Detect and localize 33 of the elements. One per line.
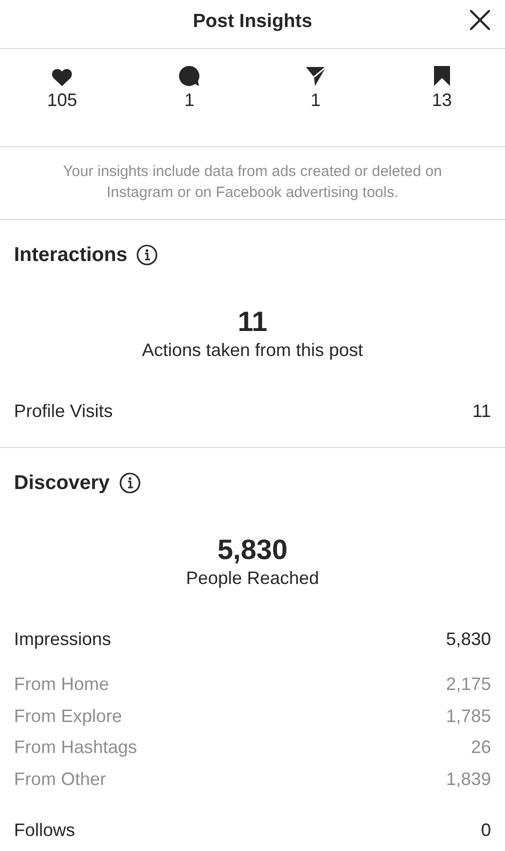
total-count: 5,830 <box>217 533 288 567</box>
metric-label: From Hashtags <box>14 737 138 758</box>
heart-icon <box>51 67 74 87</box>
total-caption: Actions taken from this post <box>142 339 364 361</box>
stat-count: 105 <box>47 90 78 111</box>
metric-label: Profile Visits <box>14 401 113 422</box>
section-title: Interactions <box>14 244 128 266</box>
metric-label: Follows <box>14 820 76 842</box>
metric-value: 5,830 <box>446 629 491 650</box>
metric-label: From Other <box>14 768 106 790</box>
metric-value: 2,175 <box>446 674 491 696</box>
metric-value: 11 <box>472 401 491 422</box>
metric-label: Impressions <box>14 629 112 650</box>
stat-count: 1 <box>310 90 321 111</box>
total-count: 11 <box>238 305 268 339</box>
speech-bubble-icon <box>178 65 200 87</box>
stat-count: 1 <box>184 90 194 111</box>
total-caption: People Reached <box>186 567 320 589</box>
stat-count: 13 <box>432 90 452 111</box>
paper-plane-icon <box>304 65 327 87</box>
metric-label: From Explore <box>14 706 122 727</box>
info-icon[interactable] <box>118 472 141 494</box>
metric-value: 1,839 <box>446 768 491 790</box>
metric-value: 0 <box>480 820 491 842</box>
info-icon[interactable] <box>136 244 158 266</box>
page-title: Post Insights <box>192 10 312 32</box>
close-button[interactable] <box>469 9 491 31</box>
metric-value: 1,785 <box>446 706 491 727</box>
section-title: Discovery <box>14 472 110 494</box>
metric-label: From Home <box>14 674 110 696</box>
insights-notice: Your insights include data from ads created or deleted on Instagram or on Facebook advertising tools. <box>0 147 505 220</box>
bookmark-icon <box>432 65 451 87</box>
metric-value: 26 <box>470 737 491 758</box>
